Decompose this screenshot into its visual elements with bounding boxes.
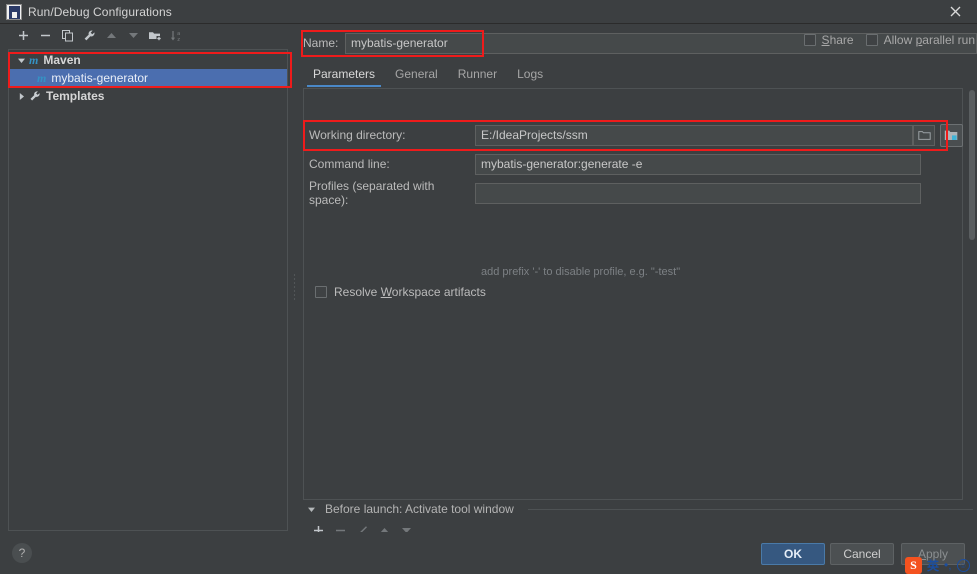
svg-text:z: z [177, 37, 180, 42]
chevron-right-icon[interactable] [15, 90, 28, 103]
before-launch-section: Before launch: Activate tool window [305, 502, 973, 535]
ime-punctuation-icon[interactable]: •, [944, 558, 952, 572]
parameters-form: Working directory: E:/IdeaProjects/ssm C… [303, 90, 977, 500]
before-launch-header[interactable]: Before launch: Activate tool window [305, 502, 973, 516]
resolve-workspace-artifacts-checkbox[interactable]: Resolve Workspace artifacts [315, 285, 486, 299]
parameters-scrollbar[interactable] [967, 90, 977, 500]
before-launch-divider [527, 508, 973, 510]
allow-parallel-run-label: Allow parallel run [883, 33, 975, 47]
browse-folder-icon[interactable] [913, 124, 935, 146]
working-directory-input[interactable]: E:/IdeaProjects/ssm [475, 124, 913, 146]
tree-item-maven-label: Maven [43, 53, 81, 67]
ime-mode-label[interactable]: 英 [927, 557, 939, 574]
command-line-input[interactable]: mybatis-generator:generate -e [475, 153, 921, 175]
checkbox-icon[interactable] [865, 34, 878, 46]
before-launch-title: Before launch: Activate tool window [325, 502, 514, 516]
configuration-tabs: Parameters General Runner Logs [303, 62, 977, 87]
name-label: Name: [303, 36, 339, 50]
configuration-editor-pane: Name: mybatis-generator Share Allow para… [299, 24, 977, 535]
edit-templates-button[interactable] [78, 25, 100, 45]
command-line-label: Command line: [309, 157, 390, 171]
tab-parameters[interactable]: Parameters [303, 67, 385, 87]
dialog-button-bar: ? OK Cancel Apply [0, 532, 977, 574]
working-directory-row: Working directory: E:/IdeaProjects/ssm [309, 123, 963, 147]
resolve-workspace-artifacts-label: Resolve Workspace artifacts [334, 285, 486, 299]
close-icon[interactable] [933, 0, 977, 23]
maven-m-icon: m [37, 70, 47, 85]
panel-splitter[interactable] [291, 24, 299, 532]
tree-item-templates-label: Templates [46, 89, 105, 103]
create-folder-button[interactable] [144, 25, 166, 45]
window-titlebar: Run/Debug Configurations [0, 0, 977, 24]
profiles-label: Profiles (separated with space): [309, 179, 435, 207]
tree-item-mybatis-generator-label: mybatis-generator [51, 71, 149, 85]
move-down-button[interactable] [122, 25, 144, 45]
share-options: Share Allow parallel run [803, 33, 975, 47]
tree-item-templates[interactable]: Templates [9, 87, 287, 105]
scrollbar-thumb[interactable] [969, 90, 975, 240]
command-line-row: Command line: mybatis-generator:generate… [309, 153, 963, 175]
sogou-logo-icon[interactable]: S [905, 556, 922, 574]
configurations-left-pane: a z m Maven m mybatis-generator Template… [0, 24, 296, 532]
help-button[interactable]: ? [12, 543, 32, 563]
sort-configurations-button[interactable]: a z [166, 25, 188, 45]
add-configuration-button[interactable] [12, 25, 34, 45]
run-debug-configurations-dialog: Run/Debug Configurations a z m Maven m m… [0, 0, 977, 574]
chevron-down-icon[interactable] [305, 503, 318, 516]
configurations-toolbar: a z [0, 24, 296, 46]
idea-window-icon [6, 3, 22, 20]
checkbox-icon[interactable] [315, 286, 327, 298]
share-checkbox-label: Share [821, 33, 854, 47]
tab-general[interactable]: General [385, 67, 448, 87]
splitter-grip-icon[interactable] [293, 273, 296, 301]
tree-item-mybatis-generator[interactable]: m mybatis-generator [9, 69, 287, 87]
profiles-hint: add prefix '-' to disable profile, e.g. … [481, 266, 681, 278]
select-module-icon[interactable] [940, 123, 963, 147]
ime-emoji-icon[interactable]: ☺ [956, 558, 970, 572]
configurations-tree[interactable]: m Maven m mybatis-generator Templates [8, 49, 288, 531]
remove-configuration-button[interactable] [34, 25, 56, 45]
tree-item-maven[interactable]: m Maven [9, 51, 287, 69]
tab-runner[interactable]: Runner [448, 67, 507, 87]
cancel-button[interactable]: Cancel [830, 543, 894, 565]
wrench-icon [29, 90, 41, 102]
checkbox-icon[interactable] [803, 34, 816, 46]
profiles-row: Profiles (separated with space): [309, 179, 963, 207]
allow-parallel-run-checkbox[interactable]: Allow parallel run [865, 33, 975, 47]
profiles-input[interactable] [475, 182, 921, 204]
chevron-down-icon[interactable] [15, 54, 28, 67]
window-title: Run/Debug Configurations [28, 4, 172, 19]
move-up-button[interactable] [100, 25, 122, 45]
ok-button[interactable]: OK [761, 543, 825, 565]
share-checkbox[interactable]: Share [803, 33, 854, 47]
working-directory-label: Working directory: [309, 128, 406, 142]
ime-toolbar-overlay[interactable]: S 英 •, ☺ [905, 556, 977, 574]
maven-m-icon: m [29, 52, 39, 67]
tab-logs[interactable]: Logs [507, 67, 553, 87]
copy-configuration-button[interactable] [56, 25, 78, 45]
